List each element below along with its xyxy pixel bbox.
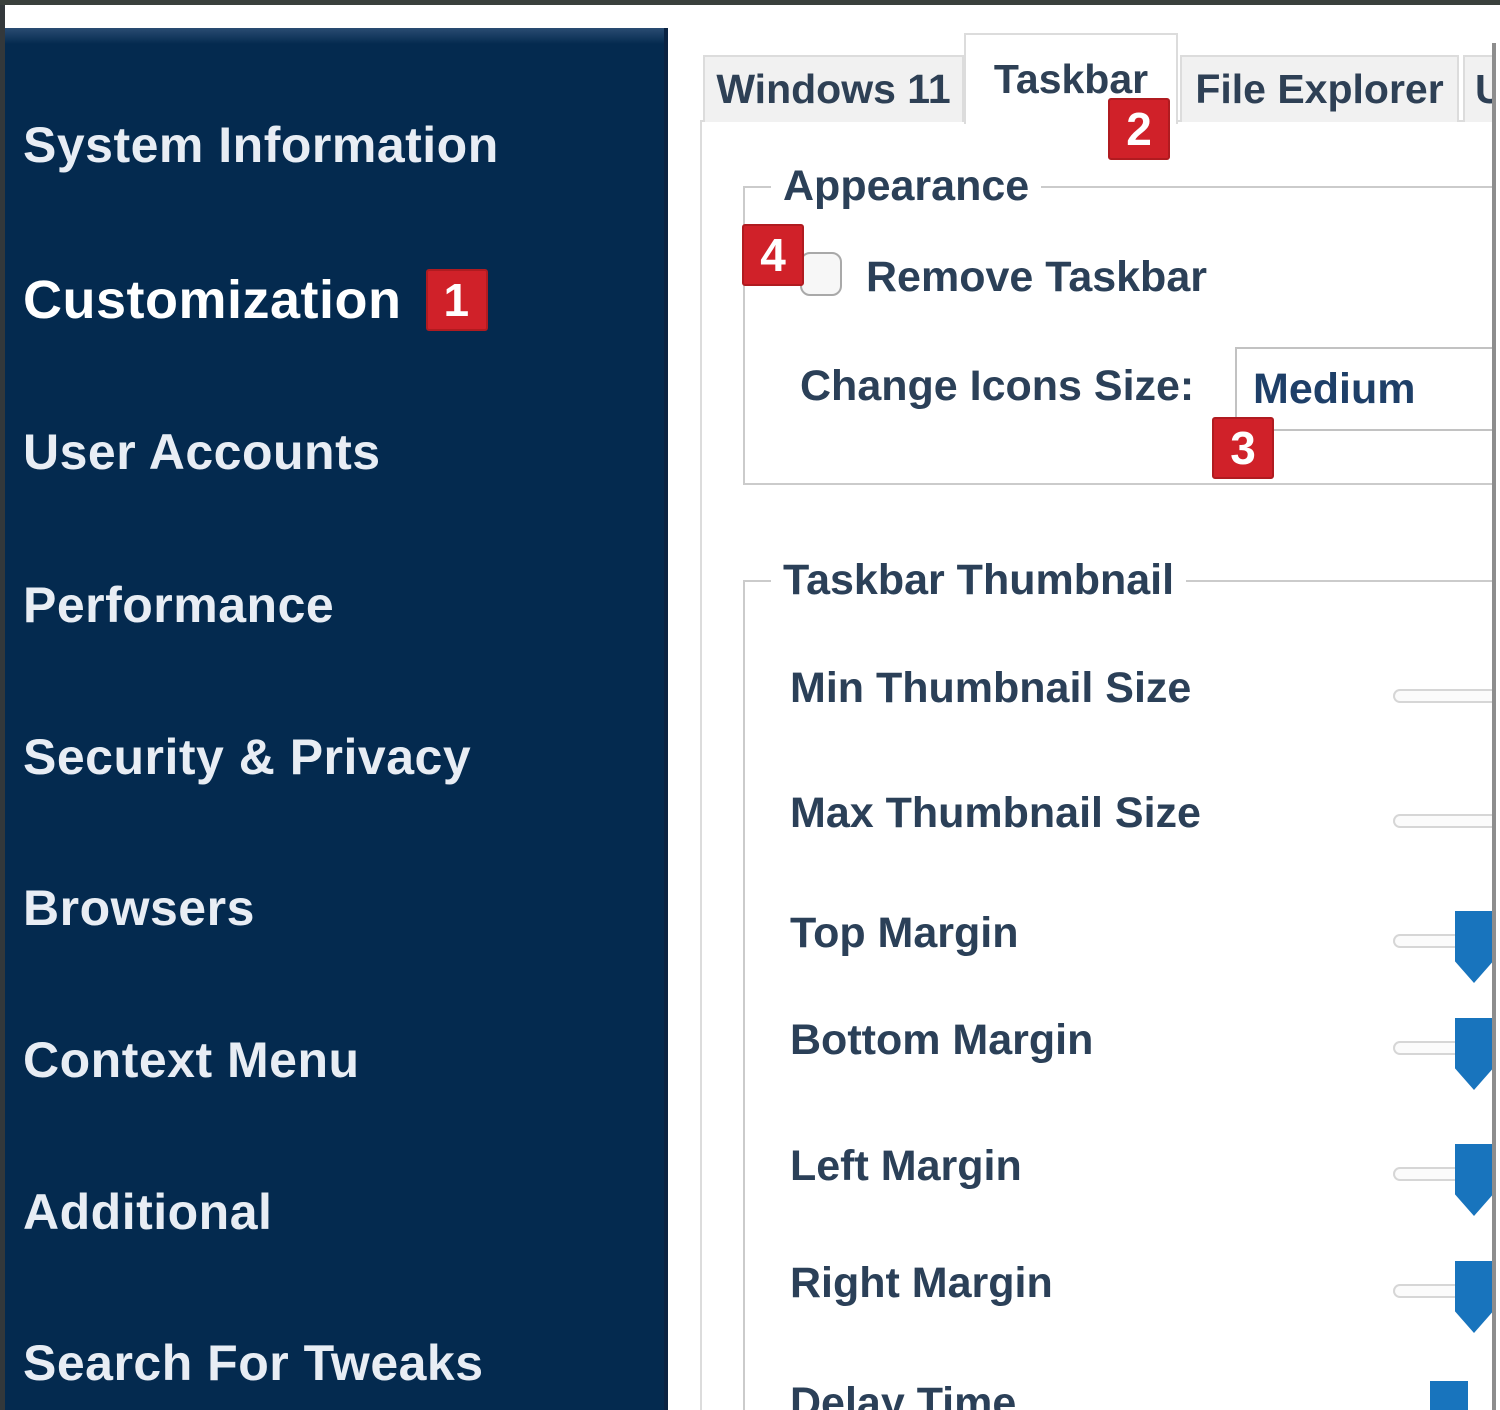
window-top-edge xyxy=(0,0,1500,5)
change-icons-size-label: Change Icons Size: xyxy=(800,362,1194,411)
tab-file-explorer[interactable]: File Explorer xyxy=(1180,55,1459,122)
sidebar-item-label: Security & Privacy xyxy=(23,728,471,786)
sidebar-item-label: Customization xyxy=(23,269,402,331)
annotation-badge-4: 4 xyxy=(742,224,804,286)
sidebar-item-browsers[interactable]: Browsers xyxy=(23,877,255,939)
appearance-groupbox: Appearance xyxy=(743,186,1496,485)
tab-label: Taskbar xyxy=(994,56,1148,103)
app-window: System Information Customization 1 User … xyxy=(0,0,1500,1410)
sidebar-item-user-accounts[interactable]: User Accounts xyxy=(23,421,381,483)
remove-taskbar-checkbox[interactable] xyxy=(800,252,842,296)
bottom-margin-label: Bottom Margin xyxy=(790,1016,1093,1065)
sidebar-item-search-for-tweaks[interactable]: Search For Tweaks xyxy=(23,1332,484,1394)
annotation-badge-2: 2 xyxy=(1108,98,1170,160)
icons-size-selected-value: Medium xyxy=(1253,365,1415,414)
sidebar-item-label: Context Menu xyxy=(23,1031,360,1089)
window-right-edge xyxy=(1492,43,1496,1410)
icons-size-dropdown[interactable]: Medium xyxy=(1235,347,1496,431)
sidebar-item-label: User Accounts xyxy=(23,423,381,481)
top-margin-label: Top Margin xyxy=(790,909,1019,958)
sidebar-item-label: Search For Tweaks xyxy=(23,1334,484,1392)
sidebar-item-customization[interactable]: Customization 1 xyxy=(23,269,488,331)
left-margin-label: Left Margin xyxy=(790,1142,1022,1191)
sidebar-item-context-menu[interactable]: Context Menu xyxy=(23,1029,360,1091)
remove-taskbar-label: Remove Taskbar xyxy=(866,253,1207,302)
tab-windows-11[interactable]: Windows 11 xyxy=(703,55,964,122)
content-panel-left-border xyxy=(700,120,702,1410)
right-margin-label: Right Margin xyxy=(790,1259,1053,1308)
min-thumbnail-size-slider-track[interactable] xyxy=(1393,689,1496,703)
annotation-badge-1: 1 xyxy=(426,269,488,331)
max-thumbnail-size-label: Max Thumbnail Size xyxy=(790,789,1201,838)
sidebar-item-security-privacy[interactable]: Security & Privacy xyxy=(23,726,471,788)
sidebar-item-label: System Information xyxy=(23,116,499,174)
sidebar-item-performance[interactable]: Performance xyxy=(23,574,334,636)
annotation-badge-3: 3 xyxy=(1212,417,1274,479)
sidebar-item-label: Performance xyxy=(23,576,334,634)
delay-time-slider-thumb[interactable] xyxy=(1430,1381,1468,1410)
min-thumbnail-size-label: Min Thumbnail Size xyxy=(790,664,1191,713)
sidebar: System Information Customization 1 User … xyxy=(5,28,668,1410)
delay-time-label: Delay Time xyxy=(790,1379,1016,1410)
tab-label: File Explorer xyxy=(1195,66,1443,113)
appearance-group-title: Appearance xyxy=(771,162,1041,211)
sidebar-item-system-information[interactable]: System Information xyxy=(23,114,499,176)
taskbar-thumbnail-group-title: Taskbar Thumbnail xyxy=(771,556,1186,605)
sidebar-item-label: Browsers xyxy=(23,879,255,937)
tab-label: Windows 11 xyxy=(716,66,950,113)
sidebar-item-label: Additional xyxy=(23,1183,272,1241)
sidebar-item-additional[interactable]: Additional xyxy=(23,1181,272,1243)
max-thumbnail-size-slider-track[interactable] xyxy=(1393,814,1496,828)
